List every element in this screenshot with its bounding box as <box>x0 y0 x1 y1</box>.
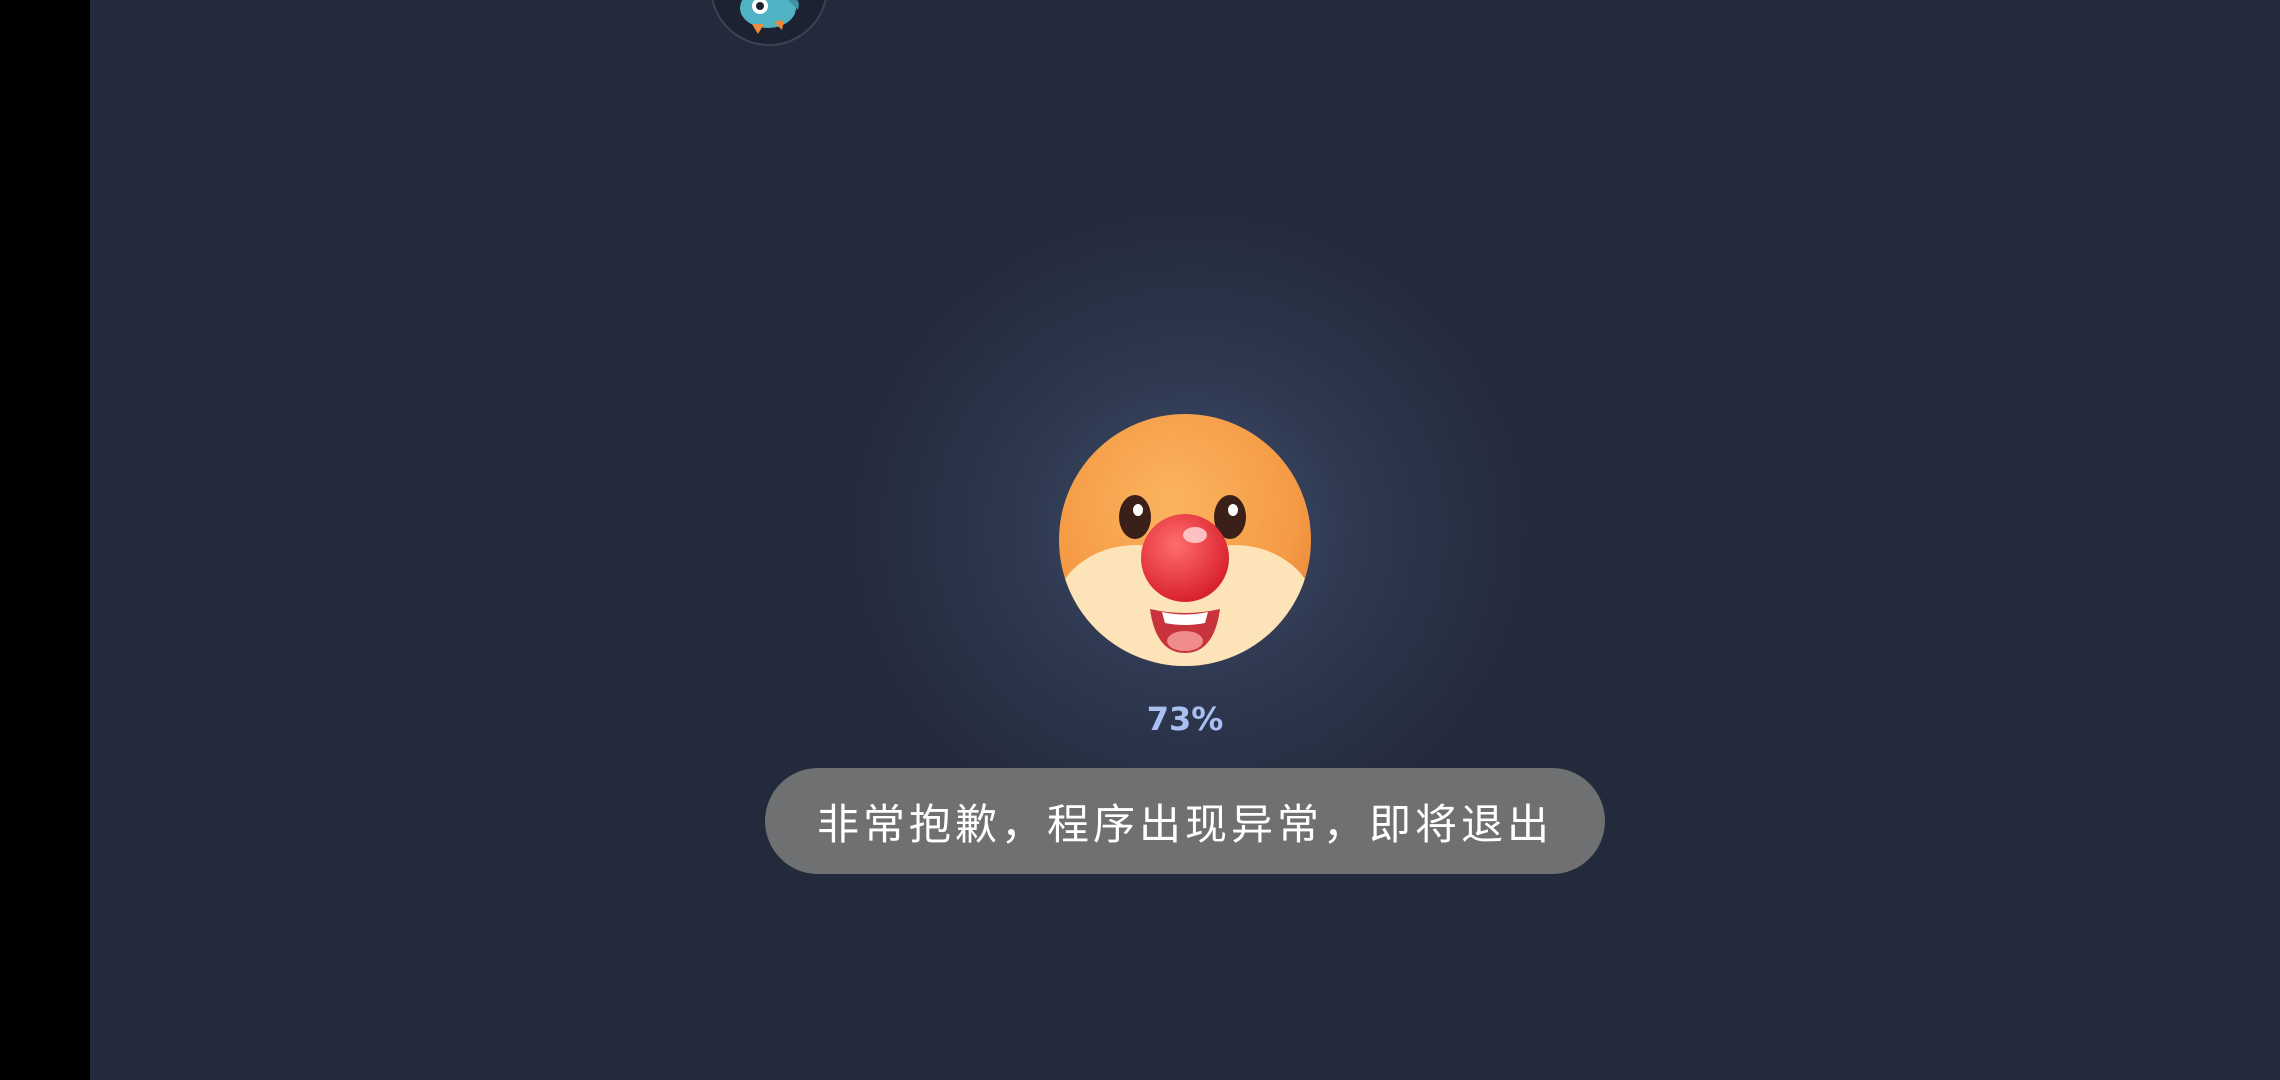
loading-screen: 73% 非常抱歉，程序出现异常，即将退出 <box>90 0 2280 1080</box>
loading-progress-label: 73% <box>1146 700 1224 738</box>
error-toast-message: 非常抱歉，程序出现异常，即将退出 <box>816 799 1553 849</box>
bird-avatar-graphic <box>740 0 799 34</box>
error-toast: 非常抱歉，程序出现异常，即将退出 <box>765 768 1605 874</box>
left-black-bar <box>0 0 90 1080</box>
bird-avatar-icon[interactable] <box>710 0 828 46</box>
mascot-face-icon <box>1058 413 1312 667</box>
